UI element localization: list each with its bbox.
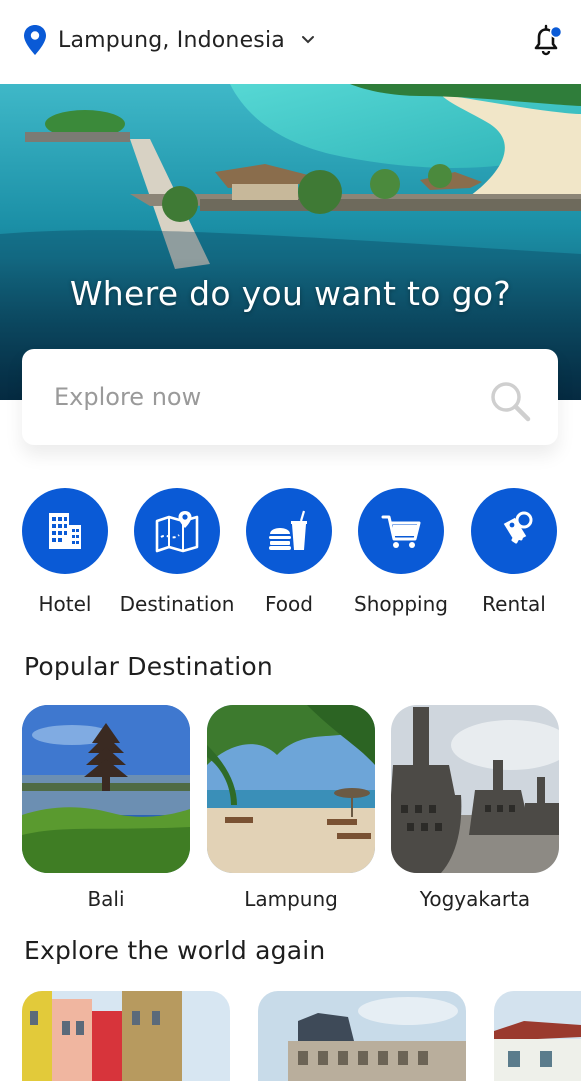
bell-icon[interactable] <box>528 22 564 58</box>
destination-name: Yogyakarta <box>419 887 531 911</box>
destination-image <box>391 705 559 873</box>
category-shopping-button[interactable] <box>358 488 444 574</box>
top-bar: Lampung, Indonesia <box>0 0 581 84</box>
category-rental-button[interactable] <box>471 488 557 574</box>
explore-card-2[interactable] <box>258 991 466 1081</box>
destination-card-lampung[interactable]: Lampung <box>207 705 375 911</box>
category-list: Hotel Destination Food Shopping Rental <box>0 488 581 618</box>
explore-card-3[interactable] <box>494 991 581 1081</box>
search-icon[interactable] <box>488 379 532 423</box>
explore-image <box>494 991 581 1081</box>
cart-icon <box>381 515 421 548</box>
category-rental[interactable]: Rental <box>454 488 574 618</box>
destination-name: Bali <box>87 887 125 911</box>
search-bar <box>22 349 558 445</box>
location-label: Lampung, Indonesia <box>58 27 285 53</box>
category-hotel[interactable]: Hotel <box>5 488 125 618</box>
location-pin-icon <box>24 25 46 55</box>
map-icon <box>155 511 199 553</box>
category-label: Food <box>265 592 313 616</box>
location-selector[interactable]: Lampung, Indonesia <box>22 22 315 58</box>
hotel-icon <box>49 513 81 549</box>
category-hotel-button[interactable] <box>22 488 108 574</box>
category-label: Hotel <box>38 592 92 616</box>
food-icon <box>269 510 307 550</box>
category-shopping[interactable]: Shopping <box>341 488 461 618</box>
destination-image <box>22 705 190 873</box>
destination-card-yogyakarta[interactable]: Yogyakarta <box>391 705 559 911</box>
destination-card-bali[interactable]: Bali <box>22 705 190 911</box>
explore-image <box>258 991 466 1081</box>
category-food-button[interactable] <box>246 488 332 574</box>
keys-icon <box>503 511 533 544</box>
category-destination-button[interactable] <box>134 488 220 574</box>
hero-title: Where do you want to go? <box>69 274 512 313</box>
popular-section-title: Popular Destination <box>24 652 273 681</box>
search-input[interactable] <box>54 383 454 411</box>
category-food[interactable]: Food <box>229 488 349 618</box>
category-label: Shopping <box>354 592 448 616</box>
explore-card-1[interactable] <box>22 991 230 1081</box>
explore-image <box>22 991 230 1081</box>
destination-name: Lampung <box>244 887 338 911</box>
notification-dot <box>549 25 563 39</box>
category-label: Destination <box>119 592 235 616</box>
category-label: Rental <box>482 592 546 616</box>
chevron-down-icon <box>301 36 314 44</box>
explore-section-title: Explore the world again <box>24 936 326 965</box>
category-destination[interactable]: Destination <box>117 488 237 618</box>
destination-image <box>207 705 375 873</box>
